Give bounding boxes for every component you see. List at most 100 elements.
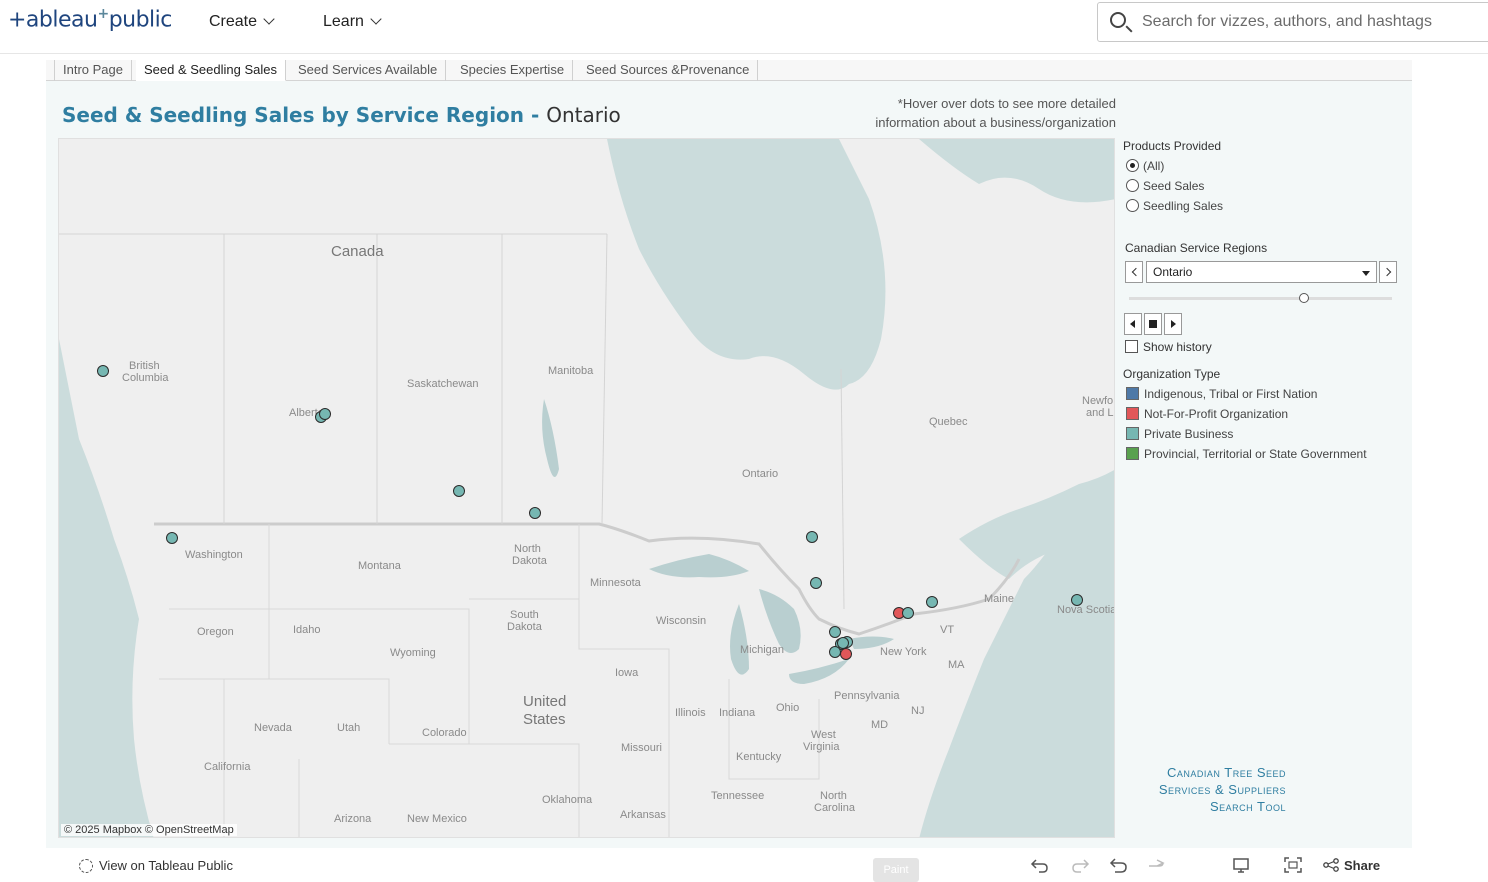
region-dropdown[interactable]: Ontario: [1146, 261, 1377, 283]
map-label-california: California: [204, 761, 251, 773]
undo-icon[interactable]: [1030, 856, 1050, 874]
tableau-public-logo[interactable]: +ableau+public: [8, 6, 172, 32]
map-dot[interactable]: [902, 607, 914, 619]
logo-right-text: public: [108, 7, 173, 33]
show-history-label: Show history: [1143, 340, 1212, 354]
map-label-saskatchewan: Saskatchewan: [407, 378, 479, 390]
brand-title: Canadian Tree Seed Services & Suppliers …: [1106, 764, 1286, 815]
map-label-ma: MA: [948, 659, 965, 671]
legend-label: Not-For-Profit Organization: [1144, 407, 1289, 421]
map-label-iowa: Iowa: [615, 667, 639, 679]
device-layout-icon[interactable]: [1232, 856, 1252, 874]
map-dot[interactable]: [926, 596, 938, 608]
tab-species-expertise[interactable]: Species Expertise: [452, 60, 574, 81]
map-dot[interactable]: [829, 626, 841, 638]
tab-intro-page[interactable]: Intro Page: [55, 60, 132, 81]
search-input[interactable]: [1142, 11, 1482, 33]
hover-note-line1: *Hover over dots to see more detailed: [897, 96, 1116, 111]
step-back-button[interactable]: [1124, 313, 1142, 335]
share-button[interactable]: Share: [1323, 858, 1380, 873]
brand-line1: Canadian Tree Seed: [1166, 765, 1286, 780]
stop-button[interactable]: [1144, 313, 1162, 335]
map-label-south: South: [510, 609, 539, 621]
nav-learn[interactable]: Learn: [323, 13, 382, 31]
map-view[interactable]: Canada United States British Columbia Al…: [58, 138, 1115, 838]
hover-note-line2: information about a business/organizatio…: [875, 115, 1116, 130]
radio-button[interactable]: [1126, 159, 1139, 172]
map-dot[interactable]: [97, 365, 109, 377]
show-history-toggle[interactable]: Show history: [1125, 340, 1212, 354]
caret-down-icon: [1362, 271, 1370, 276]
step-back-icon: [1130, 320, 1135, 328]
radio-button[interactable]: [1126, 179, 1139, 192]
radio-all[interactable]: (All): [1126, 159, 1164, 173]
radio-seed-sales[interactable]: Seed Sales: [1126, 179, 1204, 193]
legend-item[interactable]: Private Business: [1126, 427, 1233, 441]
view-on-tableau-public-link[interactable]: View on Tableau Public: [79, 858, 233, 873]
map-dot[interactable]: [1071, 594, 1083, 606]
map-dot[interactable]: [453, 485, 465, 497]
map-label-ohio: Ohio: [776, 702, 800, 714]
map-label-oklahoma: Oklahoma: [542, 794, 593, 806]
map-label-ontario: Ontario: [742, 468, 779, 480]
step-forward-icon: [1171, 320, 1176, 328]
legend-swatch: [1126, 447, 1139, 460]
sheet-tabs: Intro Page Seed & Seedling Sales Seed Se…: [46, 60, 1412, 81]
brand-line2: Services & Suppliers: [1158, 782, 1286, 797]
map-label-nj: NJ: [911, 705, 925, 717]
fullscreen-icon[interactable]: [1283, 856, 1303, 874]
map-label-idaho: Idaho: [293, 624, 321, 636]
dashboard: Intro Page Seed & Seedling Sales Seed Se…: [46, 60, 1412, 882]
map-dot[interactable]: [806, 531, 818, 543]
map-label-md: MD: [871, 719, 889, 731]
legend-item[interactable]: Not-For-Profit Organization: [1126, 407, 1288, 421]
revert-icon[interactable]: [1109, 856, 1129, 874]
legend-item[interactable]: Indigenous, Tribal or First Nation: [1126, 387, 1317, 401]
region-next-button[interactable]: [1379, 261, 1397, 283]
map-label-states: States: [523, 711, 566, 728]
map-dot[interactable]: [840, 648, 852, 660]
map-credit[interactable]: © 2025 Mapbox © OpenStreetMap: [61, 824, 237, 836]
legend-swatch: [1126, 407, 1139, 420]
map-label-washington: Washington: [185, 549, 243, 561]
map-basemap: [59, 139, 1114, 837]
tab-seed-seedling-sales[interactable]: Seed & Seedling Sales: [136, 60, 286, 81]
title-region: Ontario: [546, 103, 621, 127]
step-forward-button[interactable]: [1164, 313, 1182, 335]
map-label-missouri: Missouri: [621, 742, 662, 754]
logo-left-text: +ableau: [8, 7, 98, 33]
show-history-checkbox[interactable]: [1125, 340, 1138, 353]
map-label-montana: Montana: [358, 560, 401, 572]
chevron-down-icon: [263, 13, 275, 25]
legend-item[interactable]: Provincial, Territorial or State Governm…: [1126, 447, 1367, 461]
search-icon[interactable]: [1110, 12, 1126, 28]
nav-create[interactable]: Create: [209, 13, 275, 31]
paint-button[interactable]: Paint: [873, 858, 919, 882]
map-dot[interactable]: [166, 532, 178, 544]
tab-seed-sources-provenance[interactable]: Seed Sources &Provenance: [578, 60, 759, 81]
regions-filter-title: Canadian Service Regions: [1125, 241, 1268, 255]
redo-icon[interactable]: [1070, 856, 1090, 874]
map-label-maine: Maine: [984, 593, 1014, 605]
region-slider-thumb[interactable]: [1299, 293, 1309, 303]
radio-seedling-sales-label: Seedling Sales: [1143, 199, 1224, 213]
radio-seedling-sales[interactable]: Seedling Sales: [1126, 199, 1223, 213]
map-dot[interactable]: [810, 577, 822, 589]
region-slider-track[interactable]: [1129, 297, 1392, 300]
radio-button[interactable]: [1126, 199, 1139, 212]
map-label-south-dakota: Dakota: [507, 621, 542, 633]
map-label-columbia: Columbia: [122, 372, 169, 384]
map-dot[interactable]: [319, 408, 331, 420]
map-label-illinois: Illinois: [675, 707, 706, 719]
map-label-arkansas: Arkansas: [620, 809, 666, 821]
map-label-indiana: Indiana: [719, 707, 756, 719]
brand-line3: Search Tool: [1210, 799, 1286, 814]
tab-seed-services-available[interactable]: Seed Services Available: [290, 60, 447, 81]
map-dot[interactable]: [529, 507, 541, 519]
chevron-down-icon: [370, 13, 382, 25]
map-label-colorado: Colorado: [422, 727, 467, 739]
map-label-kentucky: Kentucky: [736, 751, 782, 763]
refresh-icon[interactable]: [1147, 856, 1167, 874]
region-prev-button[interactable]: [1125, 261, 1143, 283]
map-label-new-york: New York: [880, 646, 927, 658]
